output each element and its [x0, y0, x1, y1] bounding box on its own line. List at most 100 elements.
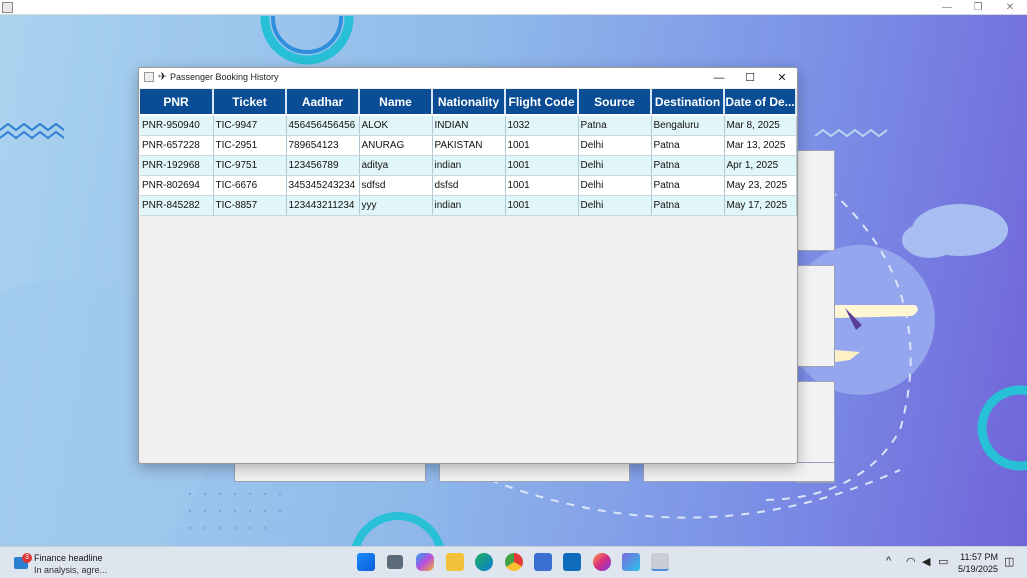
task-view-icon[interactable]: [387, 555, 403, 569]
table-cell[interactable]: 1032: [505, 115, 579, 136]
table-row[interactable]: PNR-192968 TIC-9751 123456789 aditya ind…: [140, 155, 797, 176]
chrome-icon[interactable]: [505, 553, 523, 571]
java-icon[interactable]: [651, 553, 669, 571]
copilot-icon[interactable]: [416, 553, 434, 571]
background-panel: [643, 462, 835, 482]
table-cell[interactable]: Delhi: [578, 135, 652, 156]
table-cell[interactable]: 345345243234: [286, 175, 360, 196]
firefox-icon[interactable]: [593, 553, 611, 571]
wifi-icon[interactable]: ◠: [906, 555, 916, 568]
outer-close-button[interactable]: ✕: [995, 0, 1025, 15]
system-clock[interactable]: 11:57 PM 5/19/2025: [952, 551, 998, 575]
table-cell[interactable]: PNR-845282: [140, 195, 214, 216]
file-explorer-icon[interactable]: [446, 553, 464, 571]
news-widget[interactable]: 3 Finance headline In analysis, agre...: [12, 551, 132, 577]
news-subtitle: In analysis, agre...: [34, 565, 108, 575]
outlook-icon[interactable]: [563, 553, 581, 571]
table-cell[interactable]: Mar 8, 2025: [724, 115, 797, 136]
outer-minimize-button[interactable]: —: [932, 0, 962, 15]
table-cell[interactable]: Delhi: [578, 155, 652, 176]
table-cell[interactable]: TIC-8857: [213, 195, 287, 216]
app-icon[interactable]: [622, 553, 640, 571]
store-icon[interactable]: [534, 553, 552, 571]
table-row[interactable]: PNR-657228 TIC-2951 789654123 ANURAG PAK…: [140, 135, 797, 156]
background-window-titlebar: — ❐ ✕: [0, 0, 1027, 15]
battery-icon[interactable]: ▭: [938, 555, 948, 568]
table-cell[interactable]: PNR-950940: [140, 115, 214, 136]
table-cell[interactable]: 1001: [505, 155, 579, 176]
column-header-name[interactable]: Name: [359, 89, 433, 116]
table-cell[interactable]: PAKISTAN: [432, 135, 506, 156]
table-cell[interactable]: TIC-9751: [213, 155, 287, 176]
table-row[interactable]: PNR-845282 TIC-8857 123443211234 yyy ind…: [140, 195, 797, 216]
table-cell[interactable]: Bengaluru: [651, 115, 725, 136]
close-button[interactable]: ✕: [766, 68, 797, 88]
table-cell[interactable]: 789654123: [286, 135, 360, 156]
volume-icon[interactable]: ◀: [922, 555, 930, 568]
column-header-destination[interactable]: Destination: [651, 89, 725, 116]
background-panel: [797, 265, 835, 367]
edge-icon[interactable]: [475, 553, 493, 571]
table-cell[interactable]: 1001: [505, 195, 579, 216]
table-cell[interactable]: PNR-657228: [140, 135, 214, 156]
airplane-icon: ✈: [158, 71, 168, 83]
maximize-button[interactable]: ☐: [734, 68, 766, 88]
column-header-ticket[interactable]: Ticket: [213, 89, 287, 116]
taskbar: 3 Finance headline In analysis, agre... …: [0, 546, 1027, 578]
table-cell[interactable]: 123443211234: [286, 195, 360, 216]
notification-bell-icon[interactable]: ◫: [1004, 555, 1014, 568]
table-cell[interactable]: indian: [432, 155, 506, 176]
booking-history-table: PNR Ticket Aadhar Name Nationality Fligh…: [140, 89, 797, 216]
table-cell[interactable]: PNR-802694: [140, 175, 214, 196]
background-panel: [234, 462, 426, 482]
table-cell[interactable]: aditya: [359, 155, 433, 176]
table-row[interactable]: PNR-950940 TIC-9947 456456456456 ALOK IN…: [140, 115, 797, 136]
table-cell[interactable]: Mar 13, 2025: [724, 135, 797, 156]
table-cell[interactable]: TIC-9947: [213, 115, 287, 136]
table-cell[interactable]: 1001: [505, 135, 579, 156]
table-cell[interactable]: Delhi: [578, 195, 652, 216]
table-cell[interactable]: indian: [432, 195, 506, 216]
table-cell[interactable]: yyy: [359, 195, 433, 216]
clock-time: 11:57 PM: [960, 552, 998, 562]
table-cell[interactable]: sdfsd: [359, 175, 433, 196]
table-cell[interactable]: 456456456456: [286, 115, 360, 136]
column-header-source[interactable]: Source: [578, 89, 652, 116]
table-cell[interactable]: TIC-6676: [213, 175, 287, 196]
news-headline: Finance headline: [34, 553, 103, 563]
table-row[interactable]: PNR-802694 TIC-6676 345345243234 sdfsd d…: [140, 175, 797, 196]
windows-start-icon[interactable]: [357, 553, 375, 571]
java-app-icon: [144, 72, 154, 82]
column-header-date[interactable]: Date of De...: [724, 89, 797, 116]
table-cell[interactable]: 123456789: [286, 155, 360, 176]
news-badge: 3: [22, 553, 32, 563]
table-cell[interactable]: TIC-2951: [213, 135, 287, 156]
table-cell[interactable]: Patna: [578, 115, 652, 136]
column-header-aadhar[interactable]: Aadhar: [286, 89, 360, 116]
table-cell[interactable]: ALOK: [359, 115, 433, 136]
table-cell[interactable]: 1001: [505, 175, 579, 196]
column-header-pnr[interactable]: PNR: [140, 89, 214, 116]
table-cell[interactable]: Patna: [651, 135, 725, 156]
column-header-flight-code[interactable]: Flight Code: [505, 89, 579, 116]
booking-history-window: ✈ Passenger Booking History — ☐ ✕ PNR Ti…: [138, 67, 798, 464]
table-cell[interactable]: dsfsd: [432, 175, 506, 196]
tray-overflow-chevron-icon[interactable]: ^: [886, 555, 891, 567]
table-cell[interactable]: Delhi: [578, 175, 652, 196]
table-cell[interactable]: Patna: [651, 175, 725, 196]
background-panel: [439, 462, 630, 482]
table-cell[interactable]: Patna: [651, 155, 725, 176]
table-cell[interactable]: Apr 1, 2025: [724, 155, 797, 176]
dialog-titlebar[interactable]: ✈ Passenger Booking History — ☐ ✕: [139, 68, 797, 88]
background-panel: [797, 150, 835, 251]
table-cell[interactable]: May 23, 2025: [724, 175, 797, 196]
table-cell[interactable]: Patna: [651, 195, 725, 216]
table-cell[interactable]: PNR-192968: [140, 155, 214, 176]
table-cell[interactable]: ANURAG: [359, 135, 433, 156]
minimize-button[interactable]: —: [703, 68, 735, 88]
window-title: Passenger Booking History: [170, 72, 279, 82]
table-cell[interactable]: INDIAN: [432, 115, 506, 136]
table-cell[interactable]: May 17, 2025: [724, 195, 797, 216]
column-header-nationality[interactable]: Nationality: [432, 89, 506, 116]
outer-restore-button[interactable]: ❐: [963, 0, 993, 15]
